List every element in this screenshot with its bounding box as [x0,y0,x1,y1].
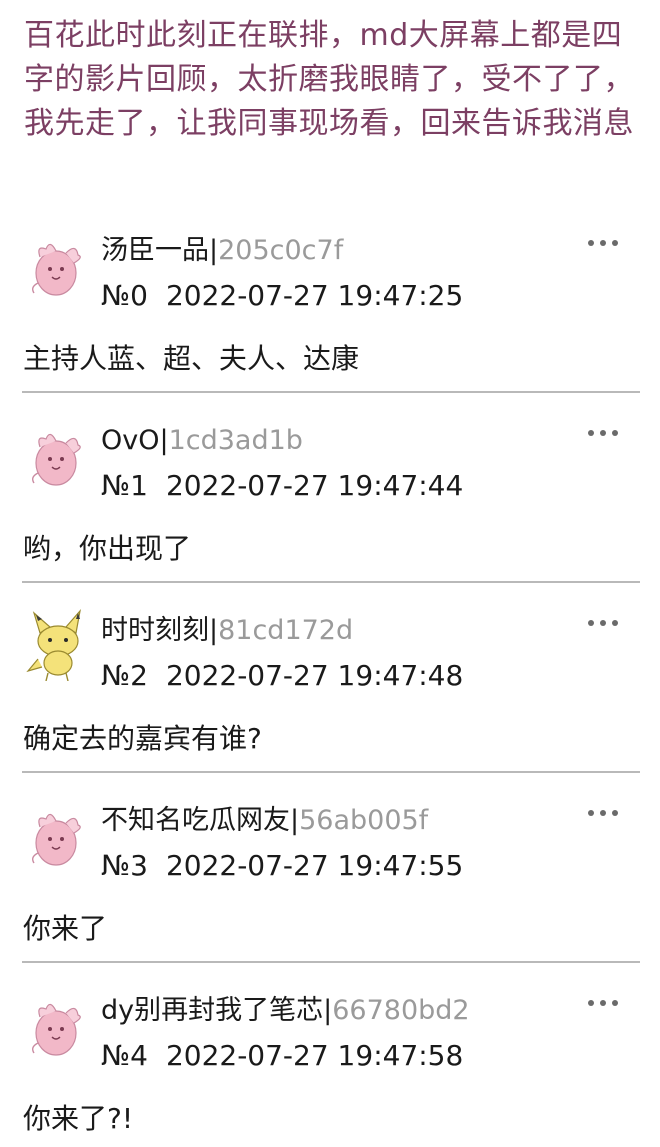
reply-divider [22,771,640,773]
uid-separator: | [209,235,219,266]
reply-user-id: 1cd3ad1b [168,425,303,456]
reply-floor-number: №1 [101,469,148,502]
reply-meta: №2 2022-07-27 19:47:48 [101,658,463,694]
post-text: 百花此时此刻正在联排，md大屏幕上都是四字的影片回顾，太折磨我眼睛了，受不了了，… [24,18,634,141]
reply-floor-number: №2 [101,659,148,692]
pink-creature-avatar-icon[interactable] [26,229,90,301]
reply-author-line: dy别再封我了笔芯|66780bd2 [101,993,470,1029]
reply-content: 你来了 [23,912,108,945]
reply-item: 时时刻刻|81cd172d №2 2022-07-27 19:47:48 确定去的… [0,581,660,773]
reply-floor-number: №4 [101,1039,148,1072]
pink-creature-avatar-icon[interactable] [26,419,90,491]
reply-meta: №0 2022-07-27 19:47:25 [101,278,463,314]
reply-username[interactable]: 时时刻刻 [101,615,209,646]
uid-separator: | [159,425,169,456]
reply-item: 汤臣一品|205c0c7f №0 2022-07-27 19:47:25 主持人蓝… [0,203,660,393]
reply-content: 哟，你出现了 [23,532,192,565]
reply-author-line: OvO|1cd3ad1b [101,423,303,459]
reply-timestamp: 2022-07-27 19:47:55 [165,849,464,882]
reply-user-id: 66780bd2 [332,995,470,1026]
reply-item: 不知名吃瓜网友|56ab005f №3 2022-07-27 19:47:55 你… [0,771,660,963]
reply-author-line: 时时刻刻|81cd172d [101,613,353,649]
reply-timestamp: 2022-07-27 19:47:58 [165,1039,464,1072]
reply-timestamp: 2022-07-27 19:47:25 [165,279,464,312]
reply-item: OvO|1cd3ad1b №1 2022-07-27 19:47:44 哟，你出现… [0,391,660,583]
more-options-icon[interactable] [588,617,618,629]
reply-content: 主持人蓝、超、夫人、达康 [23,342,360,375]
reply-author-line: 汤臣一品|205c0c7f [101,233,343,269]
uid-separator: | [323,995,333,1026]
reply-floor-number: №3 [101,849,148,882]
more-options-icon[interactable] [588,427,618,439]
reply-timestamp: 2022-07-27 19:47:48 [165,659,464,692]
reply-username[interactable]: dy别再封我了笔芯 [101,995,323,1026]
reply-meta: №1 2022-07-27 19:47:44 [101,468,463,504]
more-options-icon[interactable] [588,237,618,249]
reply-divider [22,391,640,393]
yellow-creature-avatar-icon[interactable] [26,608,90,682]
pink-creature-avatar-icon[interactable] [26,799,90,871]
reply-username[interactable]: 汤臣一品 [101,235,209,266]
more-options-icon[interactable] [588,997,618,1009]
more-options-icon[interactable] [588,807,618,819]
reply-username[interactable]: 不知名吃瓜网友 [101,805,290,836]
reply-user-id: 81cd172d [218,615,354,646]
reply-meta: №4 2022-07-27 19:47:58 [101,1038,463,1074]
uid-separator: | [290,805,300,836]
reply-divider [22,581,640,583]
reply-username[interactable]: OvO [101,425,159,456]
reply-author-line: 不知名吃瓜网友|56ab005f [101,803,428,839]
reply-content: 你来了?! [23,1102,134,1135]
reply-timestamp: 2022-07-27 19:47:44 [165,469,464,502]
reply-user-id: 205c0c7f [218,235,344,266]
reply-floor-number: №0 [101,279,148,312]
uid-separator: | [209,615,219,646]
reply-content: 确定去的嘉宾有谁? [23,722,262,755]
reply-item: dy别再封我了笔芯|66780bd2 №4 2022-07-27 19:47:58… [0,961,660,1147]
reply-user-id: 56ab005f [299,805,429,836]
reply-divider [22,961,640,963]
pink-creature-avatar-icon[interactable] [26,989,90,1061]
reply-meta: №3 2022-07-27 19:47:55 [101,848,463,884]
